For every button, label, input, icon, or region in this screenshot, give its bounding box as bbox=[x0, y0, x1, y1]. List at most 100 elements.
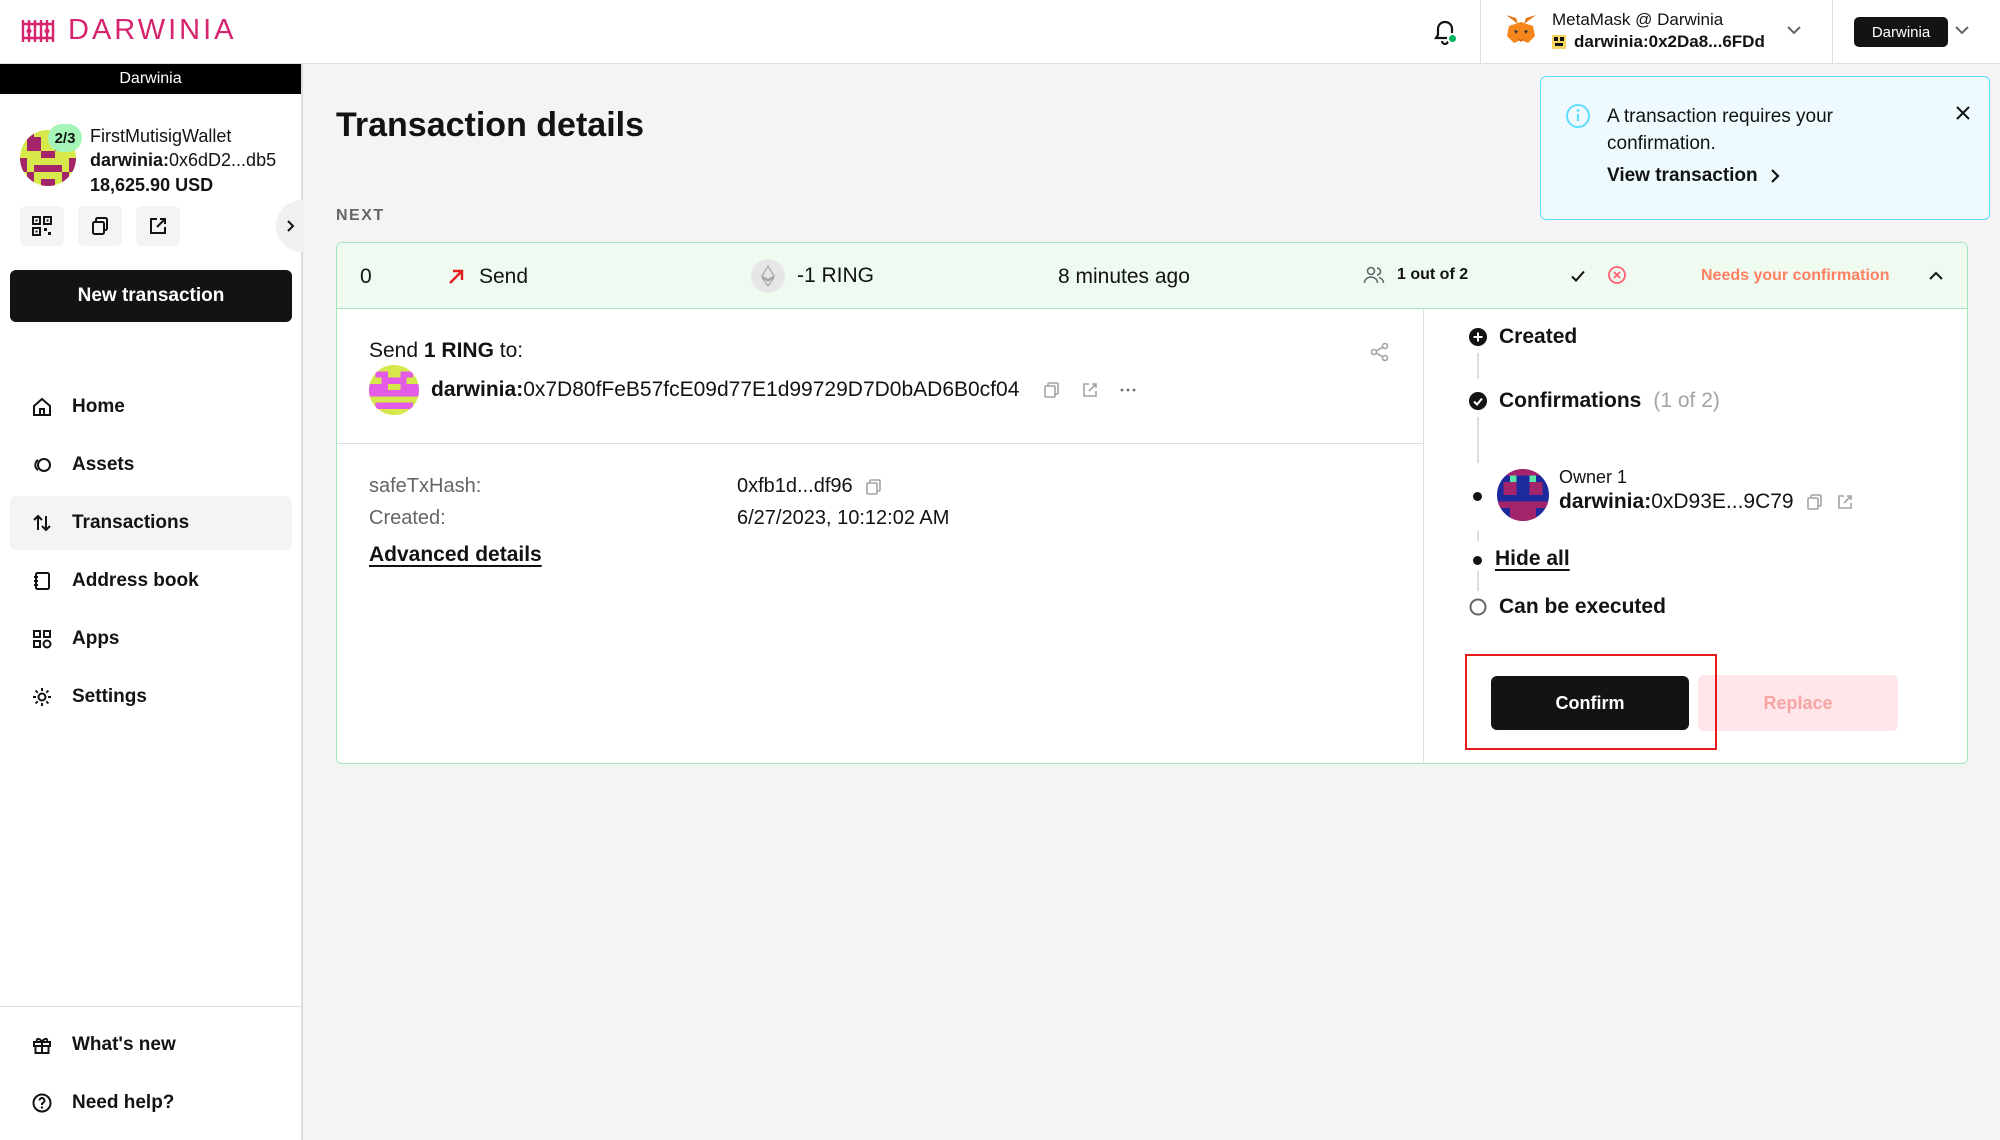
external-link-icon[interactable] bbox=[1836, 493, 1854, 511]
open-explorer-button[interactable] bbox=[136, 206, 180, 246]
replace-button[interactable]: Replace bbox=[1698, 675, 1898, 731]
external-link-icon bbox=[150, 218, 166, 234]
close-icon[interactable] bbox=[1953, 103, 1973, 123]
sidebar-item-label: Assets bbox=[72, 454, 135, 475]
sidebar-item-settings[interactable]: Settings bbox=[10, 670, 292, 724]
safe-tx-hash-value: 0xfb1d...df96 bbox=[737, 475, 853, 497]
chevron-down-icon[interactable] bbox=[1784, 20, 1804, 40]
check-icon[interactable] bbox=[1569, 267, 1587, 285]
info-icon bbox=[1566, 104, 1590, 128]
send-prefix: Send bbox=[369, 339, 424, 362]
sidebar-item-home[interactable]: Home bbox=[10, 380, 292, 434]
sidebar-item-label: Home bbox=[72, 396, 125, 417]
copy-icon bbox=[92, 217, 108, 235]
more-icon[interactable] bbox=[1119, 381, 1137, 399]
safe-address-prefix: darwinia: bbox=[90, 150, 170, 170]
reject-icon[interactable] bbox=[1607, 265, 1627, 285]
notification-toast: A transaction requires your confirmation… bbox=[1540, 76, 1990, 220]
timeline-connector bbox=[1477, 417, 1479, 463]
header-divider bbox=[1832, 0, 1833, 64]
tx-amount: -1 RING bbox=[751, 259, 874, 293]
copy-icon[interactable] bbox=[865, 478, 883, 496]
advanced-details-link[interactable]: Advanced details bbox=[369, 543, 542, 567]
owner-address-value: 0xD93E...9C79 bbox=[1651, 490, 1794, 513]
highlight-box bbox=[1465, 654, 1717, 750]
hide-all-link[interactable]: Hide all bbox=[1495, 547, 1570, 571]
metamask-fox-icon bbox=[1506, 15, 1536, 43]
timeline-dot bbox=[1473, 556, 1482, 565]
safe-address: darwinia:0x6dD2...db5 bbox=[90, 150, 302, 171]
owners-icon bbox=[1363, 266, 1385, 284]
sidebar-divider bbox=[0, 1006, 301, 1007]
connected-wallet[interactable]: MetaMask @ Darwinia darwinia:0x2Da8...6F… bbox=[1504, 8, 1814, 56]
timeline-dot bbox=[1473, 492, 1482, 501]
home-icon bbox=[30, 395, 54, 419]
qr-code-button[interactable] bbox=[20, 206, 64, 246]
sidebar-item-label: Apps bbox=[72, 628, 120, 649]
safe-name: FirstMutisigWallet bbox=[90, 126, 232, 146]
step-created: Created bbox=[1469, 325, 1577, 349]
copy-icon[interactable] bbox=[1806, 493, 1824, 511]
sidebar: Darwinia 2/3 FirstMutisigWallet darwinia… bbox=[0, 64, 304, 1140]
copy-icon[interactable] bbox=[1043, 381, 1061, 399]
step-executed-label: Can be executed bbox=[1499, 595, 1666, 618]
wallet-name: MetaMask @ Darwinia bbox=[1552, 10, 1724, 29]
tx-type: Send bbox=[447, 265, 528, 289]
safe-address-value: 0x6dD2...db5 bbox=[169, 150, 277, 170]
page-title: Transaction details bbox=[336, 106, 644, 144]
top-header: DARWINIA MetaMask @ Darwinia darwinia:0x… bbox=[0, 0, 2000, 64]
sidebar-item-address-book[interactable]: Address book bbox=[10, 554, 292, 608]
wallet-identicon bbox=[1552, 35, 1566, 49]
view-transaction-label: View transaction bbox=[1607, 165, 1758, 186]
address-book-icon bbox=[30, 569, 54, 593]
external-link-icon[interactable] bbox=[1081, 381, 1099, 399]
sidebar-item-apps[interactable]: Apps bbox=[10, 612, 292, 666]
recipient-avatar bbox=[369, 365, 419, 415]
settings-icon bbox=[30, 685, 54, 709]
bell-icon[interactable] bbox=[1428, 16, 1462, 50]
sidebar-item-label: Address book bbox=[72, 570, 199, 591]
transaction-summary-row[interactable]: 0 Send -1 RING 8 minutes ago 1 out of 2 bbox=[337, 243, 1967, 309]
share-icon[interactable] bbox=[1369, 341, 1391, 363]
safe-tx-hash-label: safeTxHash: bbox=[369, 475, 482, 497]
view-transaction-link[interactable]: View transaction bbox=[1607, 165, 1782, 187]
check-circle-icon bbox=[1469, 392, 1487, 410]
safe-list-toggle[interactable] bbox=[276, 200, 304, 252]
safe-info: 2/3 FirstMutisigWallet darwinia:0x6dD2..… bbox=[20, 124, 290, 204]
sidebar-item-whats-new[interactable]: What's new bbox=[10, 1018, 292, 1072]
apps-icon bbox=[30, 627, 54, 651]
panel-divider bbox=[337, 443, 1424, 444]
safe-balance: 18,625.90 USD bbox=[90, 175, 214, 195]
sidebar-item-assets[interactable]: Assets bbox=[10, 438, 292, 492]
new-transaction-button[interactable]: New transaction bbox=[10, 270, 292, 322]
safe-tx-hash: 0xfb1d...df96 bbox=[737, 475, 883, 498]
owner-address: darwinia:0xD93E...9C79 bbox=[1559, 490, 1854, 514]
threshold-badge: 2/3 bbox=[48, 124, 82, 152]
tx-confirmations: 1 out of 2 bbox=[1363, 265, 1468, 285]
darwinia-logo[interactable]: DARWINIA bbox=[20, 14, 236, 47]
sidebar-item-label: Need help? bbox=[72, 1092, 175, 1113]
owner-address-prefix: darwinia: bbox=[1559, 490, 1652, 513]
sidebar-item-label: Transactions bbox=[72, 512, 190, 533]
chevron-up-icon[interactable] bbox=[1927, 267, 1945, 285]
empty-circle-icon bbox=[1469, 598, 1487, 616]
token-icon bbox=[751, 259, 785, 293]
copy-address-button[interactable] bbox=[78, 206, 122, 246]
network-selector[interactable]: Darwinia bbox=[1854, 17, 1948, 47]
assets-icon bbox=[30, 453, 54, 477]
sidebar-item-label: Settings bbox=[72, 686, 147, 707]
recipient-address-value: 0x7D80fFeB57fcE09d77E1d99729D7D0bAD6B0cf… bbox=[523, 378, 1020, 401]
qr-code-icon bbox=[32, 216, 52, 236]
send-amount: 1 RING bbox=[423, 339, 494, 362]
recipient-address-prefix: darwinia: bbox=[431, 378, 524, 401]
sidebar-item-help[interactable]: Need help? bbox=[10, 1076, 292, 1130]
sidebar-item-transactions[interactable]: Transactions bbox=[10, 496, 292, 550]
transaction-info-panel: Send 1 RING to: darwinia:0x7D80fFeB57fcE… bbox=[337, 309, 1424, 763]
help-icon bbox=[30, 1091, 54, 1115]
step-created-label: Created bbox=[1499, 325, 1578, 348]
chevron-right-icon bbox=[287, 220, 295, 232]
step-confirmations-label: Confirmations bbox=[1499, 389, 1642, 412]
created-value: 6/27/2023, 10:12:02 AM bbox=[737, 507, 950, 529]
timeline-connector bbox=[1477, 571, 1479, 591]
chevron-down-icon[interactable] bbox=[1952, 20, 1972, 40]
